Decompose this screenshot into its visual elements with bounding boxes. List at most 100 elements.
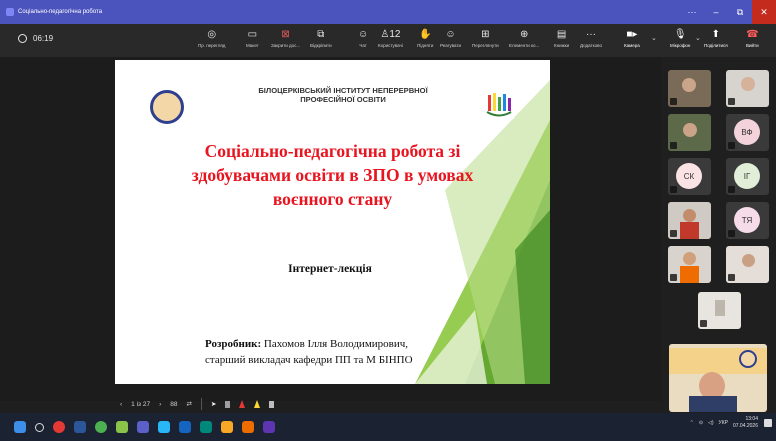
pointer-tool-icon[interactable]: ➤ bbox=[211, 400, 216, 408]
participant-clothing bbox=[680, 266, 699, 283]
opera-icon[interactable] bbox=[53, 421, 65, 433]
participant-avatar-tile[interactable]: ІГ bbox=[726, 158, 769, 195]
teams-icon[interactable] bbox=[137, 421, 149, 433]
popout-icon: ⧉ bbox=[317, 28, 325, 40]
restore-button[interactable]: ⧉ bbox=[728, 0, 752, 24]
app-icon[interactable] bbox=[242, 421, 254, 433]
participant-avatar-tile[interactable]: ТЯ bbox=[726, 202, 769, 239]
word-icon[interactable] bbox=[74, 421, 86, 433]
participant-face bbox=[741, 77, 755, 91]
author-position: старший викладач кафедри ПП та М БІНПО bbox=[205, 354, 413, 366]
tray-chevron-icon[interactable]: ⌃ bbox=[690, 420, 694, 426]
toolbar-apps-button[interactable]: ⊕ Елементи ко... bbox=[509, 27, 539, 49]
presenter-badge-icon bbox=[670, 142, 677, 149]
broadcast-icon: ◎ bbox=[207, 28, 217, 40]
slide-navigation-bar: ‹ 1 із 27 › 88 ⇄ ➤ bbox=[120, 395, 283, 413]
participant-avatar: ІГ bbox=[734, 163, 760, 189]
camera-options-chevron-icon[interactable]: ⌄ bbox=[651, 34, 657, 42]
app-icon[interactable] bbox=[116, 421, 128, 433]
eraser-icon[interactable] bbox=[269, 400, 275, 408]
participant-video-tile[interactable] bbox=[726, 70, 769, 107]
participant-video-tile[interactable] bbox=[668, 246, 711, 283]
participant-avatar: СК bbox=[676, 163, 702, 189]
participant-video-tile[interactable] bbox=[668, 114, 711, 151]
toolbar-react-button[interactable]: ☺ Реагувати bbox=[440, 27, 461, 49]
app-icon[interactable] bbox=[158, 421, 170, 433]
taskbar-clock[interactable]: 13:04 07.04.2026 bbox=[733, 416, 758, 430]
window-titlebar: Соціально-педагогічна робота ··· – ⧉ ✕ bbox=[0, 0, 776, 24]
mic-muted-icon bbox=[728, 186, 735, 193]
toolbar-mic-button[interactable]: 🎙︎ Мікрофон bbox=[670, 27, 690, 49]
toolbar-stop-sharing-button[interactable]: ⊠ Закрити дос... bbox=[271, 27, 300, 49]
mic-options-chevron-icon[interactable]: ⌄ bbox=[695, 34, 701, 42]
self-video-preview[interactable] bbox=[669, 344, 767, 412]
camera-icon: ■▸ bbox=[626, 28, 638, 40]
mic-muted-icon bbox=[670, 186, 677, 193]
slide-counter: 1 із 27 bbox=[131, 400, 151, 408]
previous-slide-button[interactable]: ‹ bbox=[120, 401, 122, 408]
microphone-icon: 🎙︎ bbox=[673, 28, 687, 40]
meeting-timer: 06:19 bbox=[18, 34, 53, 43]
language-indicator[interactable]: УКР bbox=[719, 420, 728, 426]
volume-icon[interactable]: ◁) bbox=[708, 420, 714, 426]
notes-icon: ▤ bbox=[556, 28, 567, 40]
toolbar-people-button[interactable]: ♙12 Користувачі bbox=[378, 27, 403, 49]
participant-video-tile[interactable] bbox=[668, 202, 711, 239]
participant-figure bbox=[715, 300, 725, 316]
phone-hangup-icon: ☎︎ bbox=[746, 28, 759, 40]
file-explorer-icon[interactable] bbox=[221, 421, 233, 433]
toolbar-more-button[interactable]: ··· Додатково bbox=[580, 27, 602, 49]
more-window-options-button[interactable]: ··· bbox=[680, 0, 704, 24]
slide-settings-button[interactable]: ⇄ bbox=[186, 400, 191, 408]
toolbar-share-button[interactable]: ⬆︎ Поділитися bbox=[704, 27, 728, 49]
mic-muted-icon bbox=[700, 320, 707, 327]
layout-icon: ▭ bbox=[247, 28, 258, 40]
highlighter-icon[interactable] bbox=[254, 400, 261, 408]
participant-video-tile[interactable] bbox=[668, 70, 711, 107]
mic-muted-icon bbox=[728, 230, 735, 237]
background-emblem bbox=[739, 350, 757, 368]
toolbar-divider bbox=[200, 398, 202, 410]
toolbar-rooms-button[interactable]: ⊞ Переглянути bbox=[472, 27, 499, 49]
minimize-button[interactable]: – bbox=[704, 0, 728, 24]
mic-muted-icon bbox=[670, 230, 677, 237]
slide-title: Соціально-педагогічна робота зі здобувач… bbox=[191, 141, 474, 209]
toolbar-presenter-view-button[interactable]: ◎ Пр. перегляд bbox=[198, 27, 225, 49]
teams-app-icon bbox=[6, 8, 14, 16]
teams-active-icon[interactable] bbox=[263, 421, 275, 433]
toolbar-leave-button[interactable]: ☎︎ Вийти bbox=[746, 27, 759, 49]
participant-avatar: ВФ bbox=[734, 119, 760, 145]
toolbar-raise-hand-button[interactable]: ✋ Підняти bbox=[417, 27, 433, 49]
toolbar-camera-button[interactable]: ■▸ Камера bbox=[624, 27, 640, 49]
next-slide-button[interactable]: › bbox=[159, 401, 161, 408]
app-icon[interactable] bbox=[200, 421, 212, 433]
institute-secondary-logo bbox=[484, 89, 514, 119]
pen-red-icon[interactable] bbox=[239, 400, 246, 408]
chrome-icon[interactable] bbox=[95, 421, 107, 433]
windows-start-icon[interactable] bbox=[14, 421, 26, 433]
toolbar-notes-button[interactable]: ▤ Книжки bbox=[554, 27, 569, 49]
participant-face bbox=[683, 209, 696, 222]
word-doc-icon[interactable] bbox=[179, 421, 191, 433]
search-icon[interactable] bbox=[35, 422, 44, 432]
pen-gray-icon[interactable] bbox=[225, 400, 231, 408]
participant-video-tile[interactable] bbox=[698, 292, 741, 329]
toolbar-layout-button[interactable]: ▭ Макет bbox=[246, 27, 259, 49]
share-icon: ⬆︎ bbox=[711, 28, 721, 40]
participant-avatar-tile[interactable]: ВФ bbox=[726, 114, 769, 151]
meeting-toolbar: 06:19 ◎ Пр. перегляд ▭ Макет ⊠ Закрити д… bbox=[0, 24, 776, 57]
toolbar-chat-button[interactable]: ☺ Чат bbox=[358, 27, 369, 49]
participant-video-tile[interactable] bbox=[726, 246, 769, 283]
presentation-slide: БІЛОЦЕРКІВСЬКИЙ ІНСТИТУТ НЕПЕРЕРВНОЇ ПРО… bbox=[115, 60, 550, 384]
close-window-button[interactable]: ✕ bbox=[752, 0, 776, 24]
people-icon: ♙12 bbox=[380, 28, 401, 40]
chat-icon: ☺ bbox=[358, 28, 369, 40]
participant-avatar-tile[interactable]: СК bbox=[668, 158, 711, 195]
toolbar-popout-button[interactable]: ⧉ Відкріпити bbox=[310, 27, 332, 49]
windows-taskbar: ⌃ ⊙ ◁) УКР 13:04 07.04.2026 bbox=[0, 413, 776, 441]
network-icon[interactable]: ⊙ bbox=[699, 420, 703, 426]
system-tray: ⌃ ⊙ ◁) УКР 13:04 07.04.2026 bbox=[690, 416, 772, 430]
notifications-icon[interactable] bbox=[764, 419, 772, 427]
slide-grid-button[interactable]: 88 bbox=[170, 401, 177, 408]
stop-share-icon: ⊠ bbox=[281, 28, 290, 40]
